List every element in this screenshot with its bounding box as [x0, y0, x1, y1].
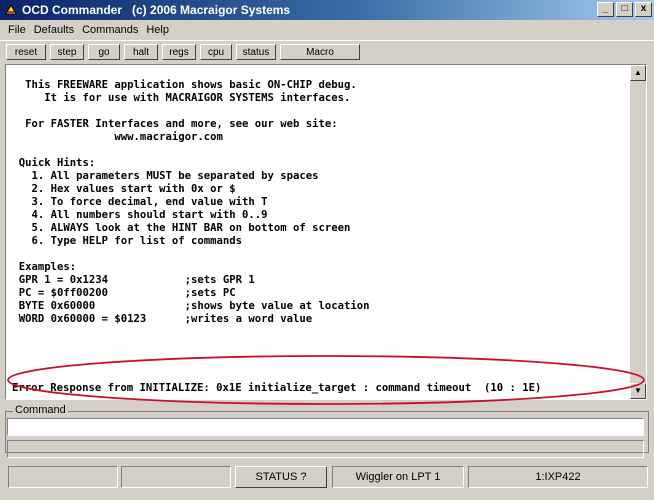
console-line: Quick Hints:: [6, 157, 96, 169]
menu-bar: File Defaults Commands Help: [0, 21, 654, 39]
console-line: Examples:: [6, 261, 77, 273]
hint-bar: [7, 440, 644, 458]
halt-button[interactable]: halt: [124, 44, 158, 60]
console-output[interactable]: This FREEWARE application shows basic ON…: [5, 64, 647, 400]
app-icon: [5, 3, 17, 15]
maximize-button[interactable]: □: [616, 2, 633, 17]
menu-help[interactable]: Help: [142, 21, 173, 39]
console-line: This FREEWARE application shows basic ON…: [6, 79, 357, 91]
console-line: BYTE 0x60000 ;shows byte value at locati…: [6, 300, 370, 312]
title-bar[interactable]: OCD Commander (c) 2006 Macraigor Systems…: [0, 0, 654, 20]
console-line: 2. Hex values start with 0x or $: [6, 183, 236, 195]
console-line: 5. ALWAYS look at the HINT BAR on bottom…: [6, 222, 351, 234]
cpu-button[interactable]: cpu: [200, 44, 232, 60]
menu-defaults[interactable]: Defaults: [30, 21, 78, 39]
menu-commands[interactable]: Commands: [78, 21, 142, 39]
window-title: OCD Commander (c) 2006 Macraigor Systems: [22, 3, 291, 17]
console-line: PC = $0ff00200 ;sets PC: [6, 287, 236, 299]
window-controls: _ □ x: [597, 2, 654, 18]
scroll-up-icon[interactable]: ▲: [630, 65, 646, 81]
error-response-line: Error Response from INITIALIZE: 0x1E ini…: [12, 382, 542, 394]
console-line: 6. Type HELP for list of commands: [6, 235, 243, 247]
macro-button[interactable]: Macro: [280, 44, 360, 60]
console-line: WORD 0x60000 = $0123 ;writes a word valu…: [6, 313, 313, 325]
status-panel-2: [121, 466, 231, 488]
command-label: Command: [13, 404, 68, 416]
console-line: 4. All numbers should start with 0..9: [6, 209, 268, 221]
console-text: This FREEWARE application shows basic ON…: [6, 79, 370, 326]
scroll-down-icon[interactable]: ▼: [630, 383, 646, 399]
status-toolbar-button[interactable]: status: [236, 44, 276, 60]
step-button[interactable]: step: [50, 44, 84, 60]
interface-status: Wiggler on LPT 1: [332, 466, 464, 488]
console-line: GPR 1 = 0x1234 ;sets GPR 1: [6, 274, 255, 286]
menu-file[interactable]: File: [0, 21, 30, 39]
close-button[interactable]: x: [635, 2, 652, 17]
reset-button[interactable]: reset: [6, 44, 46, 60]
console-line: 3. To force decimal, end value with T: [6, 196, 268, 208]
console-line: It is for use with MACRAIGOR SYSTEMS int…: [6, 92, 351, 104]
target-status: 1:IXP422: [468, 466, 648, 488]
status-bar: STATUS ? Wiggler on LPT 1 1:IXP422: [0, 462, 654, 500]
console-line: www.macraigor.com: [6, 131, 223, 143]
ocd-commander-window: OCD Commander (c) 2006 Macraigor Systems…: [0, 0, 654, 500]
status-panel-1: [8, 466, 118, 488]
command-input[interactable]: [7, 418, 644, 436]
console-line: For FASTER Interfaces and more, see our …: [6, 118, 338, 130]
toolbar: reset step go halt regs cpu status Macro: [0, 40, 654, 63]
console-scrollbar[interactable]: ▲ ▼: [630, 65, 646, 399]
status-query-button[interactable]: STATUS ?: [235, 466, 327, 488]
console-line: 1. All parameters MUST be separated by s…: [6, 170, 319, 182]
regs-button[interactable]: regs: [162, 44, 196, 60]
minimize-button[interactable]: _: [597, 2, 614, 17]
go-button[interactable]: go: [88, 44, 120, 60]
